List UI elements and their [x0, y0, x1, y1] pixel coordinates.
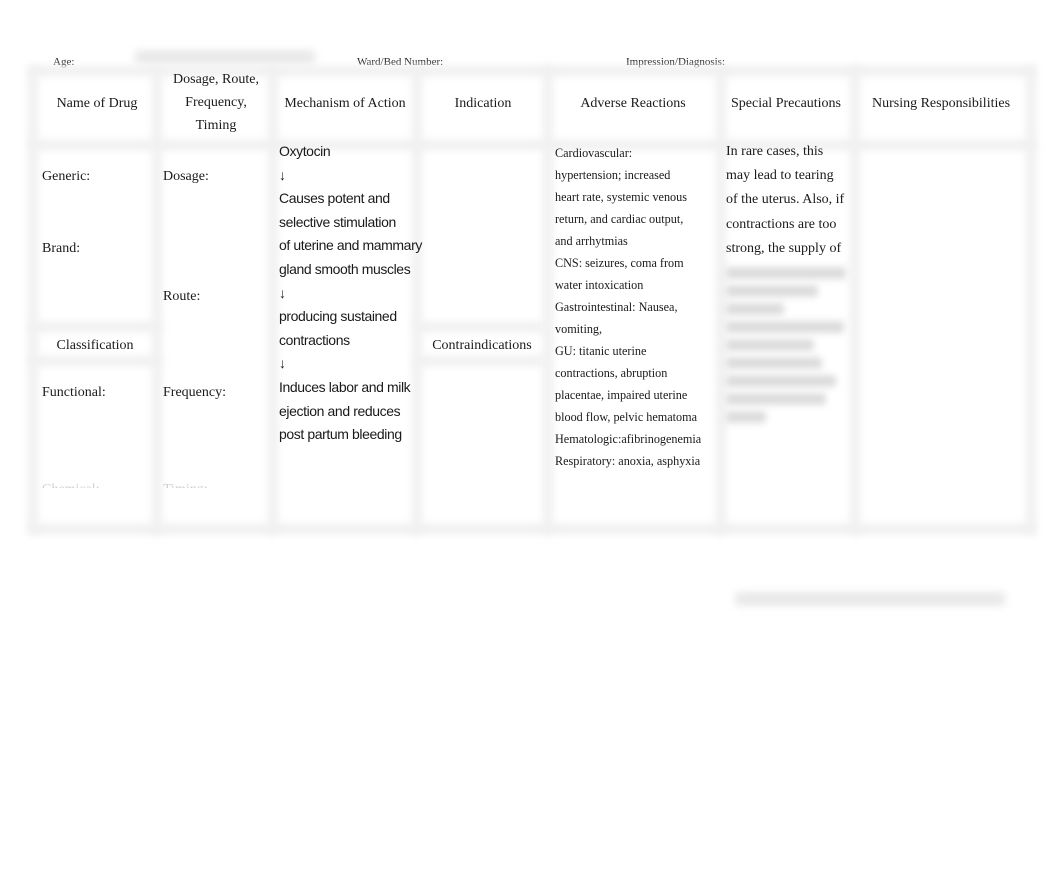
- precaution-line: contractions are too: [726, 216, 837, 232]
- col-header-indication: Indication: [454, 96, 512, 111]
- contraindications-header: Contraindications: [432, 338, 532, 353]
- mechanism-line: Induces labor and milk: [279, 378, 411, 395]
- adverse-reaction-line: hypertension; increased: [555, 168, 671, 182]
- redacted-precaution-line: [726, 321, 844, 334]
- mechanism-line: Causes potent and: [279, 190, 390, 207]
- col-header-dosage-line: Dosage, Route,: [173, 72, 259, 87]
- redacted-footer-field: [735, 592, 1005, 606]
- col-header-frequency-line: Frequency,: [185, 95, 247, 110]
- mechanism-line: ejection and reduces: [279, 402, 401, 419]
- chemical-label: Chemical:: [42, 482, 100, 488]
- adverse-reaction-line: Cardiovascular:: [555, 146, 633, 160]
- header-divider: [30, 140, 1035, 150]
- mechanism-line: gland smooth muscles: [279, 260, 411, 277]
- adverse-reaction-line: placentae, impaired uterine: [555, 388, 688, 402]
- precaution-line: of the uterus. Also, if: [726, 192, 845, 208]
- redacted-precaution-line: [726, 285, 818, 298]
- adverse-reaction-line: contractions, abruption: [555, 366, 668, 380]
- adverse-reaction-line: water intoxication: [555, 278, 644, 292]
- adverse-reactions-text: Cardiovascular: hypertension; increased he…: [555, 142, 725, 472]
- dosage-label: Dosage:: [163, 169, 209, 184]
- functional-label: Functional:: [42, 385, 106, 400]
- redacted-precaution-line: [726, 411, 766, 424]
- classification-divider-bottom: [30, 356, 160, 366]
- col-header-special-precautions: Special Precautions: [730, 96, 842, 111]
- adverse-reaction-line: blood flow, pelvic hematoma: [555, 410, 698, 424]
- mechanism-line: ↓: [279, 355, 286, 372]
- col-border-7: [1026, 66, 1036, 534]
- contraindications-divider-top: [415, 322, 545, 332]
- adverse-reaction-line: vomiting,: [555, 322, 603, 336]
- special-precautions-text: In rare cases, this may lead to tearing of…: [726, 140, 856, 429]
- col-header-name-of-drug: Name of Drug: [56, 96, 138, 111]
- adverse-reaction-line: return, and cardiac output,: [555, 212, 684, 226]
- col-header-dosage-route: Dosage, Route, Frequency, Timing: [158, 68, 274, 137]
- adverse-reaction-line: Respiratory: anoxia, asphyxia: [555, 454, 701, 468]
- redacted-precaution-line: [726, 267, 846, 280]
- mechanism-line: post partum bleeding: [279, 426, 402, 443]
- adverse-reaction-line: and arrhytmias: [555, 234, 628, 248]
- col-header-timing-line: Timing: [195, 118, 237, 133]
- col-border-4: [543, 66, 553, 534]
- timing-label: Timing:: [163, 482, 208, 488]
- redacted-precaution-line: [726, 375, 836, 388]
- redacted-precaution-line: [726, 303, 784, 316]
- contraindications-divider-bottom: [415, 356, 545, 366]
- precaution-line: In rare cases, this: [726, 144, 824, 159]
- adverse-reaction-line: GU: titanic uterine: [555, 344, 647, 358]
- frequency-label: Frequency:: [163, 385, 226, 400]
- mechanism-of-action-text: Oxytocin ↓ Causes potent and selective stim…: [279, 140, 429, 447]
- table-border-bottom: [30, 524, 1035, 534]
- brand-label: Brand:: [42, 241, 81, 256]
- redacted-name-field: [135, 50, 315, 64]
- mechanism-line: ↓: [279, 284, 286, 301]
- classification-divider-top: [30, 322, 160, 332]
- mechanism-line: ↓: [279, 166, 286, 183]
- redacted-precaution-line: [726, 393, 826, 406]
- col-border-0: [28, 66, 38, 534]
- classification-header: Classification: [56, 338, 134, 353]
- route-label: Route:: [163, 289, 201, 304]
- generic-label: Generic:: [42, 169, 91, 184]
- precaution-line: strong, the supply of: [726, 240, 842, 256]
- col-header-nursing-responsibilities: Nursing Responsibilities: [871, 96, 1011, 111]
- mechanism-line: producing sustained: [279, 308, 397, 325]
- mechanism-line: of uterine and mammary: [279, 237, 422, 254]
- adverse-reaction-line: Hematologic:afibrinogenemia: [555, 432, 702, 446]
- precaution-line: may lead to tearing: [726, 168, 834, 184]
- adverse-reaction-line: Gastrointestinal: Nausea,: [555, 300, 678, 314]
- mechanism-line: Oxytocin: [279, 143, 331, 159]
- redacted-precaution-line: [726, 339, 814, 352]
- mechanism-line: contractions: [279, 331, 350, 348]
- adverse-reaction-line: heart rate, systemic venous: [555, 190, 687, 204]
- col-header-mechanism: Mechanism of Action: [284, 96, 406, 111]
- col-header-adverse-reactions: Adverse Reactions: [580, 96, 686, 111]
- mechanism-line: selective stimulation: [279, 213, 396, 230]
- adverse-reaction-line: CNS: seizures, coma from: [555, 256, 684, 270]
- redacted-precaution-line: [726, 357, 822, 370]
